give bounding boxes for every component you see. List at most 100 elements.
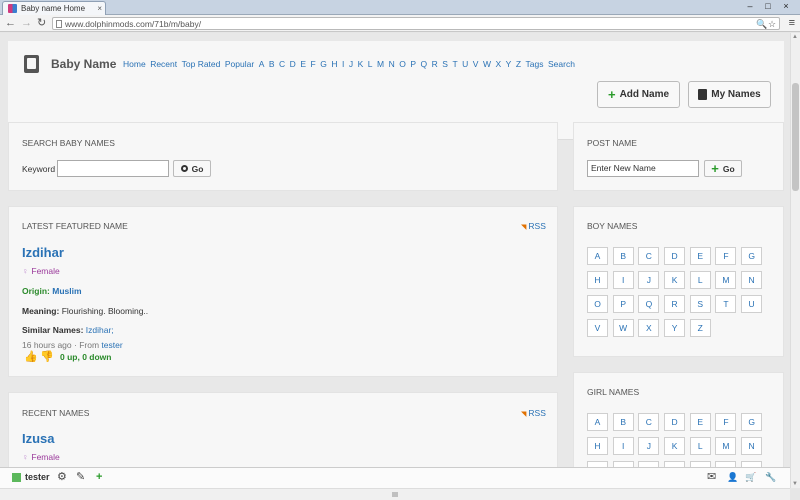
girl-letter-e[interactable]: E <box>689 413 711 431</box>
settings-icon[interactable]: ⚙ <box>57 471 67 484</box>
nav-link-y[interactable]: Y <box>506 59 512 69</box>
boy-letter-w[interactable]: W <box>612 319 634 337</box>
girl-letter-j[interactable]: J <box>638 437 660 455</box>
site-logo[interactable]: Baby Name <box>51 57 116 71</box>
girl-letter-d[interactable]: D <box>664 413 686 431</box>
boy-letter-h[interactable]: H <box>587 271 608 289</box>
forward-icon[interactable]: → <box>21 17 32 29</box>
nav-link-h[interactable]: H <box>331 59 337 69</box>
boy-letter-m[interactable]: M <box>715 271 737 289</box>
boy-letter-j[interactable]: J <box>638 271 660 289</box>
nav-link-tags[interactable]: Tags <box>526 59 544 69</box>
girl-letter-i[interactable]: I <box>612 437 634 455</box>
featured-gender-label[interactable]: Female <box>31 266 59 276</box>
recent-name-title[interactable]: Izusa <box>22 431 55 446</box>
nav-link-p[interactable]: P <box>410 59 416 69</box>
new-name-input[interactable]: Enter New Name <box>587 160 699 177</box>
zoom-icon[interactable]: 🔍 <box>756 19 767 30</box>
nav-link-search[interactable]: Search <box>548 59 575 69</box>
nav-link-m[interactable]: M <box>377 59 384 69</box>
featured-name-title[interactable]: Izdihar <box>22 245 64 260</box>
bookmark-star-icon[interactable]: ☆ <box>768 19 776 30</box>
nav-link-k[interactable]: K <box>358 59 364 69</box>
nav-link-g[interactable]: G <box>320 59 327 69</box>
boy-letter-y[interactable]: Y <box>664 319 686 337</box>
girl-letter-f[interactable]: F <box>715 413 737 431</box>
recent-gender-label[interactable]: Female <box>31 452 59 462</box>
boy-letter-f[interactable]: F <box>715 247 737 265</box>
thumbs-down-icon[interactable]: 👎 <box>40 350 54 363</box>
horizontal-scrollbar[interactable] <box>0 488 790 500</box>
vertical-scrollbar[interactable]: ▲ ▼ <box>790 33 800 488</box>
url-text[interactable]: www.dolphinmods.com/71b/m/baby/ <box>65 19 201 30</box>
keyword-input[interactable] <box>57 160 169 177</box>
add-name-button[interactable]: + Add Name <box>597 81 680 108</box>
boy-letter-o[interactable]: O <box>587 295 608 313</box>
girl-letter-m[interactable]: M <box>715 437 737 455</box>
boy-letter-q[interactable]: Q <box>638 295 660 313</box>
girl-letter-h[interactable]: H <box>587 437 608 455</box>
horizontal-scroll-thumb[interactable] <box>392 492 398 497</box>
boy-letter-a[interactable]: A <box>587 247 608 265</box>
post-go-button[interactable]: + Go <box>704 160 742 177</box>
nav-link-j[interactable]: J <box>349 59 353 69</box>
nav-link-l[interactable]: L <box>368 59 373 69</box>
nav-link-o[interactable]: O <box>399 59 406 69</box>
recent-rss-link[interactable]: ◥ RSS <box>521 408 546 418</box>
scroll-up-arrow-icon[interactable]: ▲ <box>792 34 798 40</box>
boy-letter-g[interactable]: G <box>741 247 763 265</box>
boy-letter-d[interactable]: D <box>664 247 686 265</box>
nav-link-u[interactable]: U <box>462 59 468 69</box>
nav-link-i[interactable]: I <box>342 59 344 69</box>
add-icon[interactable]: + <box>96 471 102 484</box>
nav-link-popular[interactable]: Popular <box>225 59 254 69</box>
boy-letter-u[interactable]: U <box>741 295 763 313</box>
boy-letter-n[interactable]: N <box>741 271 763 289</box>
boy-letter-z[interactable]: Z <box>689 319 711 337</box>
girl-letter-a[interactable]: A <box>587 413 608 431</box>
boy-letter-r[interactable]: R <box>664 295 686 313</box>
address-bar[interactable]: www.dolphinmods.com/71b/m/baby/ 🔍 ☆ <box>52 17 780 30</box>
nav-link-v[interactable]: V <box>473 59 479 69</box>
boy-letter-s[interactable]: S <box>689 295 711 313</box>
nav-link-e[interactable]: E <box>300 59 306 69</box>
nav-link-d[interactable]: D <box>290 59 296 69</box>
boy-letter-k[interactable]: K <box>664 271 686 289</box>
nav-link-home[interactable]: Home <box>123 59 146 69</box>
edit-icon[interactable]: ✎ <box>76 471 85 484</box>
origin-value[interactable]: Muslim <box>52 286 81 296</box>
wrench-icon[interactable]: 🔧 <box>765 471 776 484</box>
boy-letter-t[interactable]: T <box>715 295 737 313</box>
boy-letter-v[interactable]: V <box>587 319 608 337</box>
back-icon[interactable]: ← <box>5 17 16 29</box>
my-names-button[interactable]: My Names <box>688 81 771 108</box>
nav-link-q[interactable]: Q <box>421 59 428 69</box>
minimize-icon[interactable]: – <box>742 1 758 12</box>
girl-letter-n[interactable]: N <box>741 437 763 455</box>
from-user-link[interactable]: tester <box>101 340 122 350</box>
boy-letter-l[interactable]: L <box>689 271 711 289</box>
nav-link-t[interactable]: T <box>452 59 457 69</box>
nav-link-x[interactable]: X <box>496 59 502 69</box>
girl-letter-b[interactable]: B <box>612 413 634 431</box>
girl-letter-k[interactable]: K <box>664 437 686 455</box>
girl-letter-l[interactable]: L <box>689 437 711 455</box>
nav-link-top-rated[interactable]: Top Rated <box>182 59 221 69</box>
nav-link-n[interactable]: N <box>389 59 395 69</box>
close-window-icon[interactable]: × <box>778 1 794 12</box>
nav-link-b[interactable]: B <box>269 59 275 69</box>
person-icon[interactable]: 👤 <box>727 471 738 484</box>
nav-link-a[interactable]: A <box>259 59 265 69</box>
vertical-scroll-thumb[interactable] <box>792 83 799 191</box>
tab-close-icon[interactable]: × <box>97 3 102 14</box>
boy-letter-i[interactable]: I <box>612 271 634 289</box>
boy-letter-p[interactable]: P <box>612 295 634 313</box>
boy-letter-e[interactable]: E <box>689 247 711 265</box>
boy-letter-b[interactable]: B <box>612 247 634 265</box>
featured-rss-link[interactable]: ◥ RSS <box>521 221 546 231</box>
boy-letter-c[interactable]: C <box>638 247 660 265</box>
girl-letter-c[interactable]: C <box>638 413 660 431</box>
nav-link-s[interactable]: S <box>442 59 448 69</box>
boy-letter-x[interactable]: X <box>638 319 660 337</box>
browser-menu-icon[interactable]: ≡ <box>789 17 795 29</box>
